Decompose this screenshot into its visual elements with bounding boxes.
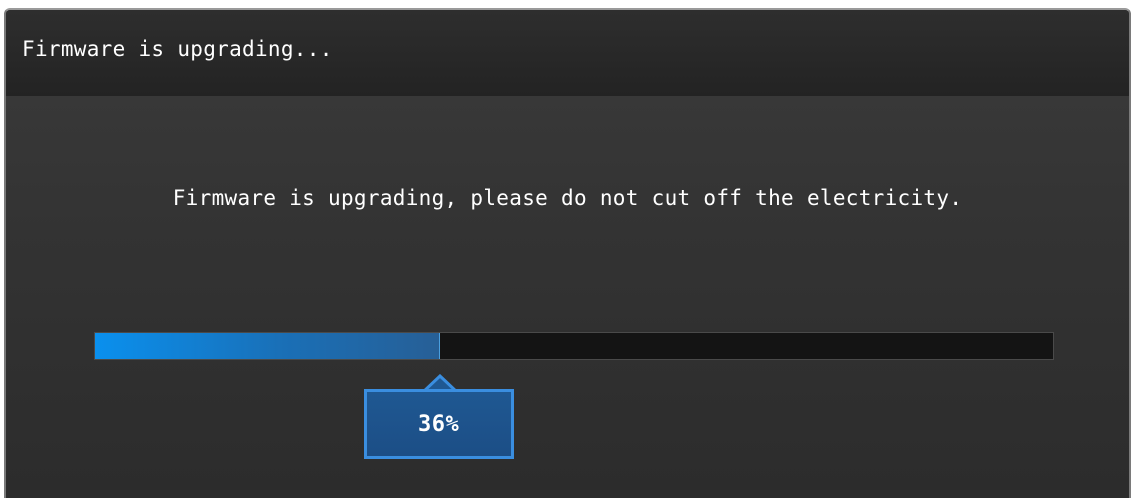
progress-bar-fill [95,333,440,359]
progress-percent-badge: 36% [363,389,514,459]
dialog-titlebar: Firmware is upgrading... [6,10,1129,96]
progress-bar [94,332,1054,360]
firmware-upgrade-dialog: Firmware is upgrading... Firmware is upg… [4,8,1131,498]
progress-percent-label: 36% [417,411,460,437]
upgrade-message: Firmware is upgrading, please do not cut… [172,186,963,210]
dialog-title: Firmware is upgrading... [22,37,333,61]
